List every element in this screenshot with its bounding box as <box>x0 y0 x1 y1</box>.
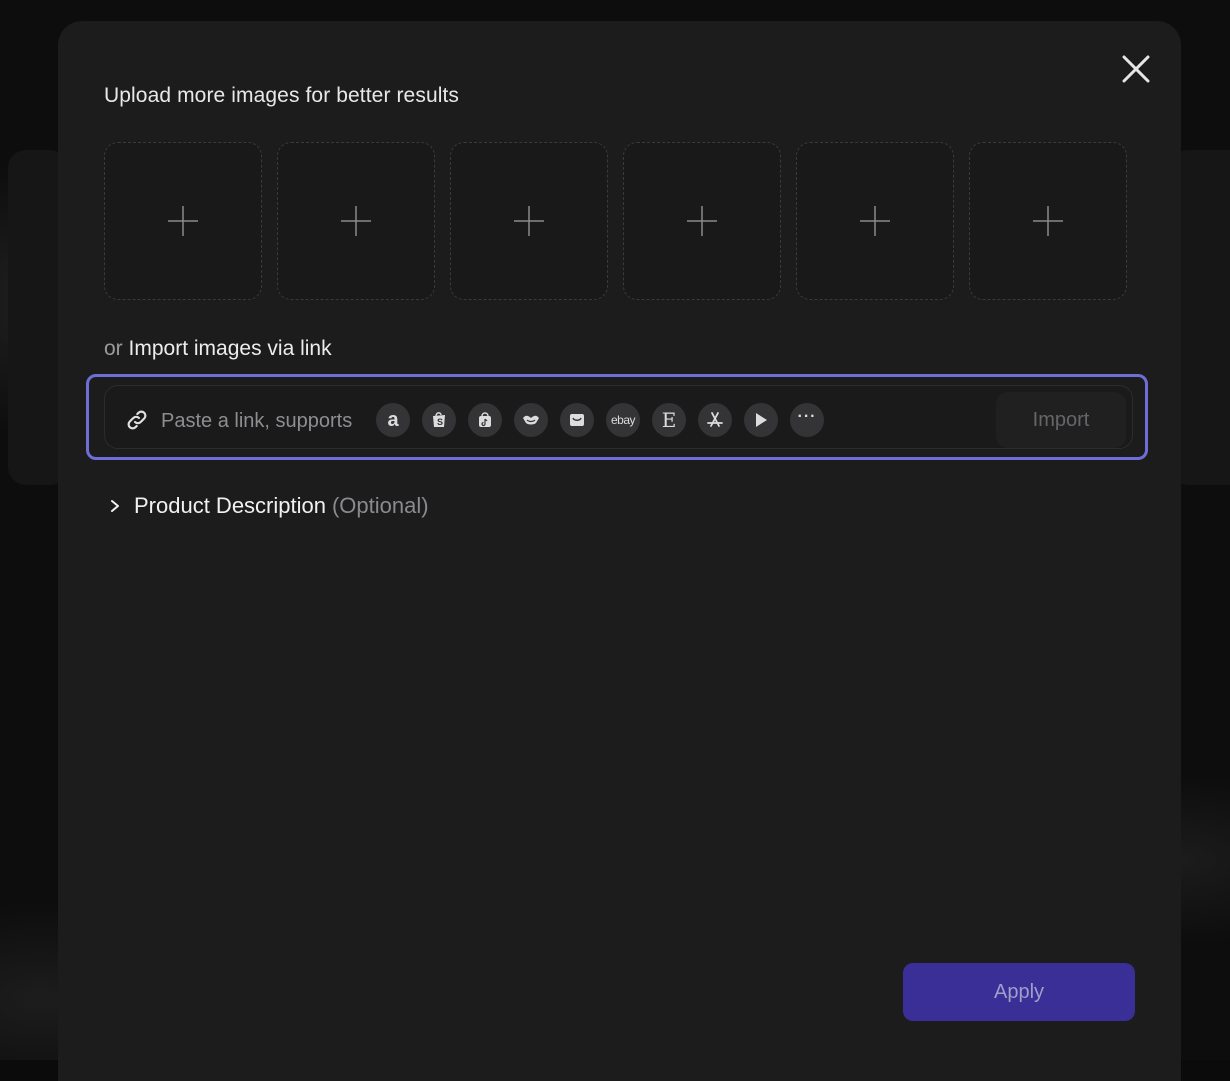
upload-slot[interactable] <box>623 142 781 300</box>
app-store-glyph <box>705 410 725 430</box>
link-input-field: a S <box>104 385 1133 449</box>
shopify-icon[interactable]: S <box>422 403 456 437</box>
wallet-glyph <box>567 410 587 430</box>
handshake-icon[interactable] <box>514 403 548 437</box>
handshake-glyph <box>521 410 541 430</box>
import-prefix: or <box>104 337 123 360</box>
link-input[interactable] <box>159 400 383 442</box>
close-icon <box>1118 51 1154 87</box>
shopify-bag-icon: S <box>429 410 449 430</box>
more-icon[interactable]: ··· <box>790 403 824 437</box>
close-button[interactable] <box>1118 51 1154 87</box>
etsy-icon[interactable]: E <box>652 403 686 437</box>
apply-button[interactable]: Apply <box>903 963 1135 1021</box>
chevron-right-icon <box>108 499 122 513</box>
app-store-icon[interactable] <box>698 403 732 437</box>
play-glyph <box>751 410 771 430</box>
link-input-container: a S <box>86 374 1148 460</box>
import-button[interactable]: Import <box>996 392 1126 448</box>
link-icon <box>125 408 149 432</box>
upload-slots <box>104 142 1127 300</box>
upload-dialog: Upload more images for better results or… <box>58 21 1181 1081</box>
svg-text:S: S <box>437 417 443 427</box>
upload-slot[interactable] <box>277 142 435 300</box>
upload-slot[interactable] <box>104 142 262 300</box>
amazon-icon[interactable]: a <box>376 403 410 437</box>
ebay-icon[interactable]: ebay <box>606 403 640 437</box>
import-via-link-label: or Import images via link <box>104 337 332 361</box>
product-description-toggle[interactable]: Product Description(Optional) <box>108 493 429 519</box>
plus-icon <box>513 205 545 237</box>
upload-title: Upload more images for better results <box>104 84 459 108</box>
plus-icon <box>340 205 372 237</box>
tiktok-shop-icon[interactable] <box>468 403 502 437</box>
upload-slot[interactable] <box>969 142 1127 300</box>
google-play-icon[interactable] <box>744 403 778 437</box>
tiktok-bag-icon <box>475 410 495 430</box>
upload-slot[interactable] <box>796 142 954 300</box>
upload-slot[interactable] <box>450 142 608 300</box>
product-description-title: Product Description <box>134 493 326 518</box>
supported-platforms: a S <box>376 403 824 437</box>
plus-icon <box>859 205 891 237</box>
optional-label: (Optional) <box>332 493 429 518</box>
shopping-bag-icon[interactable] <box>560 403 594 437</box>
plus-icon <box>167 205 199 237</box>
plus-icon <box>686 205 718 237</box>
plus-icon <box>1032 205 1064 237</box>
import-title: Import images via link <box>129 337 332 360</box>
